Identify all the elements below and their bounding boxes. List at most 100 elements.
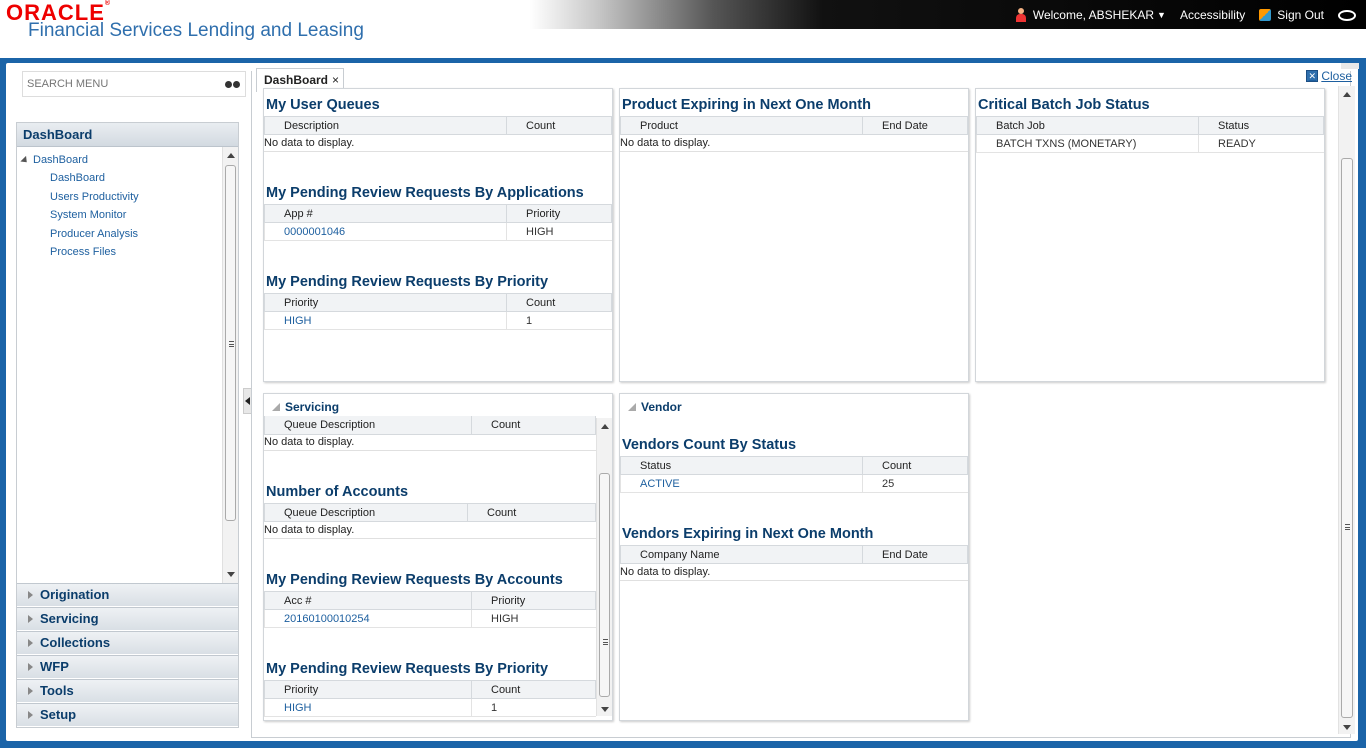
col-header[interactable]: Priority (506, 204, 612, 223)
chevron-right-icon (28, 615, 33, 623)
scroll-down-icon[interactable] (227, 572, 235, 577)
account-number-link[interactable]: 20160100010254 (264, 609, 472, 628)
chevron-down-icon[interactable]: ▼ (1157, 10, 1166, 20)
scroll-down-icon[interactable] (1343, 725, 1351, 730)
accessibility-link[interactable]: Accessibility (1180, 8, 1245, 22)
col-header[interactable]: Count (506, 116, 612, 135)
col-header[interactable]: Count (467, 503, 596, 522)
sign-out-link[interactable]: Sign Out (1277, 8, 1324, 22)
chat-icon[interactable] (1338, 9, 1356, 21)
section-title: My User Queues (266, 97, 380, 113)
nav-accordion-origination[interactable]: Origination (17, 583, 238, 606)
top-scroll-button[interactable] (1341, 63, 1359, 69)
servicing-priority-table: Priority Count HIGH 1 (264, 680, 596, 717)
scroll-thumb[interactable] (225, 165, 236, 521)
priority-link[interactable]: HIGH (264, 698, 472, 717)
close-icon[interactable]: ✕ (1306, 70, 1319, 82)
col-header[interactable]: End Date (862, 545, 968, 564)
nav-accordion-setup[interactable]: Setup (17, 703, 238, 726)
product-expiring-table: Product End Date (620, 116, 968, 135)
panel-product-expiring: Product Expiring in Next One Month Produ… (619, 88, 969, 382)
panel-header-vendor[interactable]: Vendor (628, 400, 682, 414)
pending-by-app-table: App # Priority 0000001046 HIGH (264, 204, 612, 241)
nav-section-dashboard[interactable]: DashBoard (17, 123, 238, 147)
table-row[interactable]: BATCH TXNS (MONETARY) READY (976, 134, 1324, 153)
vendors-count-table: Status Count ACTIVE 25 (620, 456, 968, 493)
tab-close-icon[interactable]: × (332, 73, 339, 87)
scroll-up-icon[interactable] (227, 153, 235, 158)
no-data-message: No data to display. (620, 563, 968, 581)
nav-item-dashboard[interactable]: DashBoard (17, 169, 222, 188)
col-header[interactable]: Batch Job (976, 116, 1199, 135)
binoculars-icon[interactable] (225, 79, 241, 90)
scroll-thumb[interactable] (599, 473, 610, 697)
left-nav: DashBoard DashBoard DashBoard Users Prod… (16, 122, 239, 728)
nav-accordion-collections[interactable]: Collections (17, 631, 238, 654)
panel-servicing: Servicing Queue Description Count No data… (263, 393, 613, 721)
chevron-right-icon (28, 591, 33, 599)
frame-inner: DashBoard DashBoard DashBoard Users Prod… (6, 63, 1359, 741)
panel-header-servicing[interactable]: Servicing (272, 400, 339, 414)
chevron-right-icon (28, 711, 33, 719)
servicing-scrollbar[interactable] (596, 418, 612, 716)
col-header[interactable]: Status (1198, 116, 1324, 135)
search-input[interactable] (23, 78, 219, 90)
table-row[interactable]: HIGH 1 (264, 698, 596, 717)
nav-accordion-tools[interactable]: Tools (17, 679, 238, 702)
nav-accordion-servicing[interactable]: Servicing (17, 607, 238, 630)
app-number-link[interactable]: 0000001046 (264, 222, 507, 241)
no-data-message: No data to display. (620, 134, 968, 152)
scroll-thumb[interactable] (1341, 158, 1353, 718)
col-header[interactable]: Description (264, 116, 507, 135)
table-row[interactable]: HIGH 1 (264, 311, 612, 330)
col-header[interactable]: Status (620, 456, 863, 475)
status-link[interactable]: ACTIVE (620, 474, 863, 493)
col-header[interactable]: App # (264, 204, 507, 223)
col-header[interactable]: Priority (471, 591, 596, 610)
col-header[interactable]: Count (471, 680, 596, 699)
tree-root-dashboard[interactable]: DashBoard (17, 151, 222, 169)
no-data-message: No data to display. (264, 433, 596, 451)
scroll-up-icon[interactable] (1343, 92, 1351, 97)
collapse-icon[interactable] (272, 403, 280, 411)
table-row[interactable]: 0000001046 HIGH (264, 222, 612, 241)
sign-out-icon[interactable] (1259, 9, 1272, 21)
scroll-up-icon[interactable] (601, 424, 609, 429)
nav-item-users-productivity[interactable]: Users Productivity (17, 188, 222, 207)
col-header[interactable]: Count (862, 456, 968, 475)
col-header[interactable]: End Date (862, 116, 968, 135)
expand-icon[interactable] (20, 155, 30, 165)
col-header[interactable]: Priority (264, 293, 507, 312)
col-header[interactable]: Queue Description (264, 416, 472, 435)
col-header[interactable]: Acc # (264, 591, 472, 610)
nav-item-system-monitor[interactable]: System Monitor (17, 206, 222, 225)
nav-item-producer-analysis[interactable]: Producer Analysis (17, 225, 222, 244)
col-header[interactable]: Product (620, 116, 863, 135)
nav-scrollbar[interactable] (222, 147, 238, 583)
collapse-icon[interactable] (628, 403, 636, 411)
section-title: Critical Batch Job Status (978, 97, 1150, 113)
panel-vendor: Vendor Vendors Count By Status Status Cou… (619, 393, 969, 721)
no-data-message: No data to display. (264, 134, 612, 152)
welcome-user-menu[interactable]: Welcome, ABSHEKAR (1033, 8, 1154, 22)
close-button[interactable]: ✕ Close (1306, 69, 1352, 83)
section-title: Vendors Expiring in Next One Month (622, 526, 874, 542)
table-row[interactable]: ACTIVE 25 (620, 474, 968, 493)
search-menu (22, 71, 246, 97)
scroll-down-icon[interactable] (601, 707, 609, 712)
pending-by-priority-table: Priority Count HIGH 1 (264, 293, 612, 330)
nav-accordion-wfp[interactable]: WFP (17, 655, 238, 678)
table-row[interactable]: 20160100010254 HIGH (264, 609, 596, 628)
col-header[interactable]: Queue Description (264, 503, 468, 522)
col-header[interactable]: Count (471, 416, 596, 435)
chevron-right-icon (28, 687, 33, 695)
nav-item-process-files[interactable]: Process Files (17, 243, 222, 262)
nav-tree: DashBoard DashBoard Users Productivity S… (17, 147, 222, 583)
priority-link[interactable]: HIGH (264, 311, 507, 330)
col-header[interactable]: Priority (264, 680, 472, 699)
col-header[interactable]: Count (506, 293, 612, 312)
section-title: My Pending Review Requests By Priority (266, 274, 549, 290)
col-header[interactable]: Company Name (620, 545, 863, 564)
main-scrollbar[interactable] (1338, 86, 1355, 734)
section-title: My Pending Review Requests By Applicatio… (266, 185, 584, 201)
